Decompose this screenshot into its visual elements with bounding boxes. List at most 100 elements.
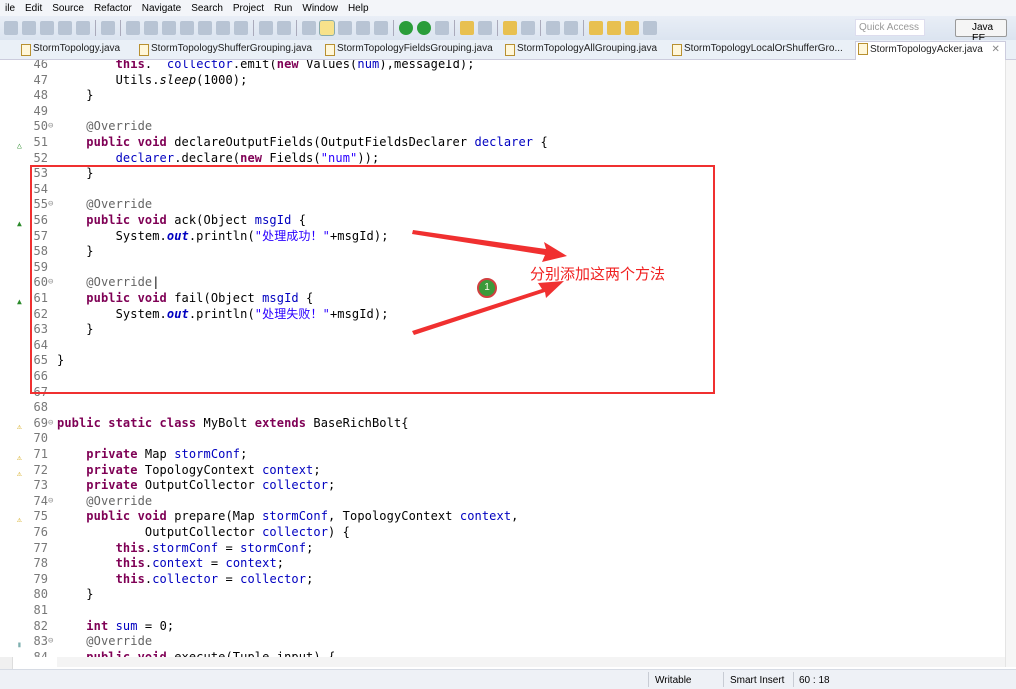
- print-icon[interactable]: [76, 21, 90, 35]
- debug-icon[interactable]: [399, 21, 413, 35]
- fold-toggle-icon[interactable]: ⊖: [48, 633, 53, 649]
- menu-help[interactable]: Help: [343, 3, 374, 14]
- save-all-icon[interactable]: [58, 21, 72, 35]
- code-token: context: [225, 556, 277, 571]
- step-over-icon[interactable]: [216, 21, 230, 35]
- skip-breakpoints-icon[interactable]: [101, 21, 115, 35]
- code-token: BaseRichBolt{: [306, 415, 409, 430]
- new-class-icon[interactable]: [478, 21, 492, 35]
- tab-stormtopology-java[interactable]: StormTopology.java: [19, 43, 120, 56]
- dropdown-icon[interactable]: [22, 21, 36, 35]
- code-token: Values(: [298, 60, 358, 71]
- line-number: 50: [33, 119, 48, 134]
- code-text: public static class MyBolt extends BaseR…: [57, 415, 409, 431]
- code-token: public void: [57, 649, 167, 657]
- new-server-icon[interactable]: [460, 21, 474, 35]
- code-token: this: [57, 571, 145, 586]
- code-token: sleep: [159, 72, 197, 87]
- run-icon[interactable]: [417, 21, 431, 35]
- resume-icon[interactable]: [126, 21, 140, 35]
- line-number: 84: [33, 649, 48, 657]
- code-token: prepare(Map: [166, 509, 263, 524]
- toggle-block-icon[interactable]: [356, 21, 370, 35]
- code-line: 77 this.stormConf = stormConf;: [0, 540, 1000, 556]
- save-icon[interactable]: [40, 21, 54, 35]
- next-edit-icon[interactable]: [589, 21, 603, 35]
- use-step-filters-icon[interactable]: [259, 21, 273, 35]
- code-text: this. collector.emit(new Values(num),mes…: [57, 60, 475, 72]
- code-text: declarer.declare(new Fields("num"));: [57, 150, 380, 166]
- code-token: private: [57, 478, 138, 493]
- globe-icon[interactable]: [546, 21, 560, 35]
- code-token: new: [276, 60, 299, 71]
- open-type-icon[interactable]: [302, 21, 316, 35]
- horizontal-scrollbar[interactable]: [57, 657, 1005, 667]
- menu-refactor[interactable]: Refactor: [89, 3, 137, 14]
- tab-stormtopologyacker-java[interactable]: StormTopologyAcker.java ✕: [855, 41, 1006, 60]
- code-line: 83 ⊖ ▮ @Override: [0, 633, 1000, 649]
- code-token: num: [357, 60, 380, 71]
- code-token: .emit(: [232, 60, 277, 71]
- prev-edit-icon[interactable]: [607, 21, 621, 35]
- fold-toggle-icon[interactable]: ⊖: [48, 493, 53, 509]
- tab-stormtopologyfieldsgrouping-java[interactable]: StormTopologyFieldsGrouping.java: [323, 43, 493, 56]
- line-number: 52: [33, 150, 48, 165]
- terminate-icon[interactable]: [162, 21, 176, 35]
- tab-stormtopologyallgrouping-java[interactable]: StormTopologyAllGrouping.java: [503, 43, 657, 56]
- open-folder-icon[interactable]: [503, 21, 517, 35]
- menu-navigate[interactable]: Navigate: [137, 3, 186, 14]
- menu-source[interactable]: Source: [47, 3, 89, 14]
- code-token: public static class: [57, 415, 197, 430]
- tab-stormtopologyshuffergrouping-java[interactable]: StormTopologyShufferGrouping.java: [137, 43, 313, 56]
- step-into-icon[interactable]: [198, 21, 212, 35]
- quick-access-input[interactable]: Quick Access: [855, 19, 925, 36]
- code-line: 74 ⊖ @Override: [0, 493, 1000, 509]
- search-icon[interactable]: [521, 21, 535, 35]
- tab-label: StormTopologyLocalOrShufferGro...: [684, 43, 843, 54]
- mark-occurrences-icon[interactable]: [319, 20, 335, 36]
- sync-icon[interactable]: [564, 21, 578, 35]
- menu-search[interactable]: Search: [186, 3, 228, 14]
- code-text: private OutputCollector collector;: [57, 477, 335, 493]
- toggle-mark-icon[interactable]: [277, 21, 291, 35]
- menu-run[interactable]: Run: [269, 3, 297, 14]
- close-tab-icon[interactable]: ✕: [991, 44, 999, 55]
- code-token: @Override: [57, 634, 153, 649]
- run-external-icon[interactable]: [435, 21, 449, 35]
- menu-window[interactable]: Window: [297, 3, 343, 14]
- suspend-icon[interactable]: [144, 21, 158, 35]
- line-number: 79: [33, 571, 48, 586]
- code-text: @Override: [57, 633, 152, 649]
- forward-icon[interactable]: [643, 21, 657, 35]
- code-text: OutputCollector collector) {: [57, 524, 350, 540]
- perspective-java-ee-button[interactable]: Java EE: [955, 19, 1007, 44]
- menu-edit[interactable]: Edit: [20, 3, 47, 14]
- fold-toggle-icon[interactable]: ⊖: [48, 118, 53, 134]
- code-line: 73 private OutputCollector collector;: [0, 477, 1000, 493]
- line-number: 75: [33, 509, 48, 524]
- back-icon[interactable]: [625, 21, 639, 35]
- code-token: extends: [254, 415, 307, 430]
- code-token: ;: [276, 556, 285, 571]
- menu-ile[interactable]: ile: [0, 3, 20, 14]
- disconnect-icon[interactable]: [180, 21, 194, 35]
- show-whitespace-icon[interactable]: [374, 21, 388, 35]
- code-token: ),messageId);: [379, 60, 475, 71]
- code-token: public void: [57, 509, 167, 524]
- next-annotation-icon[interactable]: [338, 21, 352, 35]
- toolbar-separator: [583, 20, 584, 36]
- code-token: new: [240, 150, 263, 165]
- tab-stormtopologylocalorshuffergro-[interactable]: StormTopologyLocalOrShufferGro...: [670, 43, 843, 56]
- vertical-scrollbar[interactable]: [1005, 60, 1016, 667]
- toolbar-separator: [393, 20, 394, 36]
- step-return-icon[interactable]: [234, 21, 248, 35]
- code-line: 78 this.context = context;: [0, 555, 1000, 571]
- new-icon[interactable]: [4, 21, 18, 35]
- code-token: Fields(: [262, 150, 321, 165]
- code-token: ;: [306, 571, 314, 586]
- tab-label: StormTopologyShufferGrouping.java: [151, 43, 313, 54]
- code-token: =: [218, 540, 241, 555]
- menu-project[interactable]: Project: [228, 3, 269, 14]
- fold-toggle-icon[interactable]: ⊖: [48, 415, 53, 431]
